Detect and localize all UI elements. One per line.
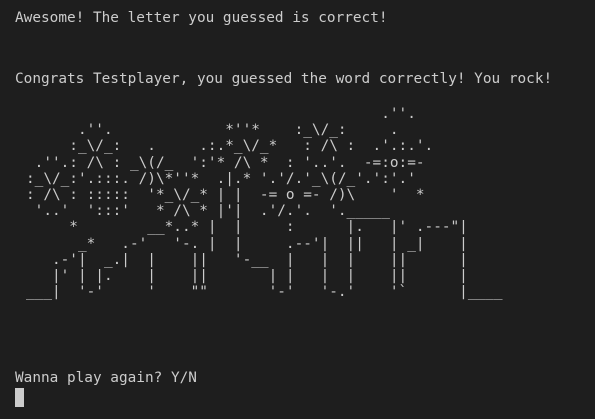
text-cursor[interactable]	[15, 388, 24, 407]
terminal-window[interactable]: Awesome! The letter you guessed is corre…	[0, 0, 595, 419]
correct-letter-message: Awesome! The letter you guessed is corre…	[15, 10, 388, 26]
play-again-prompt: Wanna play again? Y/N	[15, 370, 197, 386]
win-message: Congrats Testplayer, you guessed the wor…	[15, 71, 553, 87]
fireworks-ascii-art: .''. .''. *''* :_\/_: . :_\/_: . .:.*_\/…	[25, 106, 503, 301]
